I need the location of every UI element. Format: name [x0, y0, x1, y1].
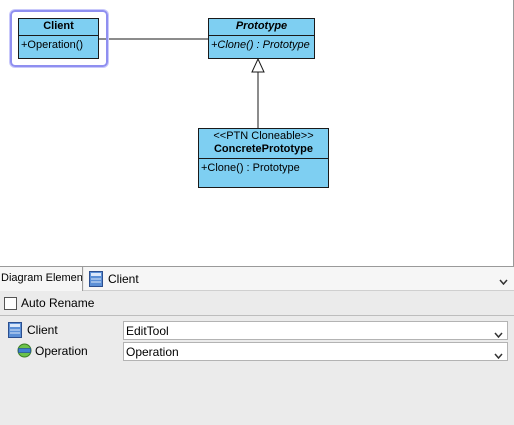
property-label-client: Client — [27, 323, 58, 337]
prototype-class-name: Prototype — [235, 20, 288, 32]
auto-rename-option[interactable]: Auto Rename — [4, 295, 94, 311]
property-row-operation: Operation Operation — [0, 342, 514, 361]
prototype-operations: +Clone() : Prototype — [209, 36, 314, 56]
concrete-prototype-stereotype: <<PTN Cloneable>> — [213, 130, 314, 142]
concrete-prototype-operations: +Clone() : Prototype — [199, 159, 328, 179]
element-selector[interactable]: Client — [84, 267, 514, 291]
tab-diagram-element-label: Diagram Element — [1, 272, 83, 284]
class-icon — [89, 271, 103, 290]
generalization-arrowhead — [251, 57, 265, 73]
chevron-down-icon[interactable] — [494, 327, 503, 341]
property-label-operation: Operation — [35, 344, 88, 358]
properties-table: Client EditTool Operation Operation — [0, 315, 514, 425]
prototype-class[interactable]: Prototype +Clone() : Prototype — [208, 18, 315, 59]
client-mapping-value: EditTool — [126, 324, 169, 338]
concrete-prototype-class[interactable]: <<PTN Cloneable>> ConcretePrototype +Clo… — [198, 128, 329, 188]
chevron-down-icon[interactable] — [499, 274, 508, 288]
class-icon — [8, 322, 22, 341]
auto-rename-label: Auto Rename — [21, 296, 95, 310]
element-selector-value: Client — [108, 272, 139, 286]
property-row-client: Client EditTool — [0, 321, 514, 341]
prototype-name-compartment: Prototype — [209, 19, 314, 36]
panel-header: Diagram Element Client — [0, 267, 514, 291]
client-mapping-select[interactable]: EditTool — [123, 321, 508, 340]
concrete-prototype-name-compartment: <<PTN Cloneable>> ConcretePrototype — [199, 129, 328, 159]
auto-rename-checkbox[interactable] — [4, 296, 17, 310]
operation-icon — [17, 343, 32, 361]
concrete-prototype-operation[interactable]: +Clone() : Prototype — [201, 162, 326, 175]
prototype-operation[interactable]: +Clone() : Prototype — [211, 39, 312, 52]
concrete-prototype-class-name: ConcretePrototype — [213, 143, 314, 155]
operation-mapping-select[interactable]: Operation — [123, 342, 508, 361]
operation-mapping-value: Operation — [126, 345, 179, 359]
diagram-canvas[interactable]: Client +Operation() Prototype +Clone() :… — [0, 0, 514, 267]
chevron-down-icon[interactable] — [494, 348, 503, 362]
selection-highlight — [10, 10, 108, 67]
tab-diagram-element[interactable]: Diagram Element — [0, 267, 83, 291]
